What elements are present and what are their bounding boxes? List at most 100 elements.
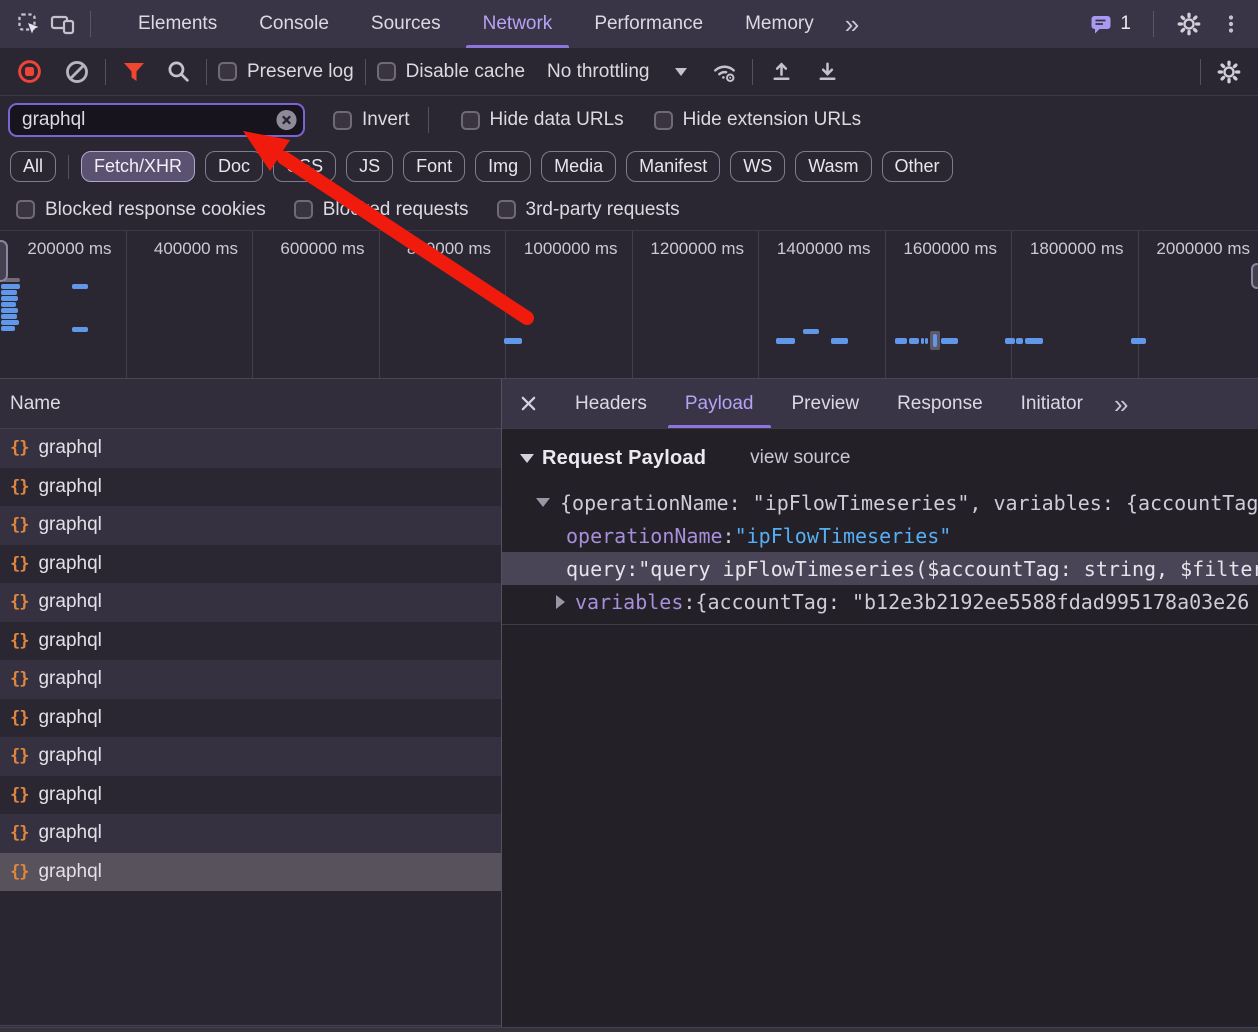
divider: [105, 59, 106, 85]
detail-tab-headers[interactable]: Headers: [556, 379, 666, 428]
issues-button[interactable]: 1: [1085, 12, 1135, 36]
request-row[interactable]: {}graphql: [0, 699, 501, 738]
device-toolbar-icon[interactable]: [46, 7, 80, 41]
network-settings-gear-icon[interactable]: [1212, 55, 1246, 89]
request-row[interactable]: {}graphql: [0, 622, 501, 661]
tab-memory[interactable]: Memory: [724, 0, 835, 48]
timeline-handle-right[interactable]: [1251, 263, 1258, 289]
more-panels-icon[interactable]: »: [835, 11, 869, 37]
throttling-select[interactable]: No throttling: [547, 61, 687, 83]
request-row[interactable]: {}graphql: [0, 583, 501, 622]
inspect-element-icon[interactable]: [12, 7, 46, 41]
blocked-response-cookies-checkbox[interactable]: Blocked response cookies: [16, 199, 266, 221]
hide-data-urls-checkbox[interactable]: Hide data URLs: [461, 109, 624, 131]
disable-cache-checkbox[interactable]: Disable cache: [377, 61, 525, 83]
request-row[interactable]: {}graphql: [0, 814, 501, 853]
request-name: graphql: [38, 668, 101, 690]
clear-network-log-button[interactable]: [60, 55, 94, 89]
export-har-icon[interactable]: [810, 55, 844, 89]
filter-chip-all[interactable]: All: [10, 151, 56, 183]
payload-operation-line[interactable]: operationName: "ipFlowTimeseries": [502, 519, 1258, 552]
request-row[interactable]: {}graphql: [0, 545, 501, 584]
collapse-triangle-icon[interactable]: [520, 454, 534, 463]
blocked-requests-checkbox[interactable]: Blocked requests: [294, 199, 469, 221]
tab-console[interactable]: Console: [238, 0, 350, 48]
close-detail-icon[interactable]: [514, 387, 542, 421]
expanded-triangle-icon[interactable]: [536, 498, 550, 507]
request-row[interactable]: {}graphql: [0, 853, 501, 892]
filter-chip-wasm[interactable]: Wasm: [795, 151, 871, 183]
request-payload-section[interactable]: Request Payload view source: [502, 443, 1258, 473]
request-row[interactable]: {}graphql: [0, 506, 501, 545]
checkbox-box[interactable]: [16, 200, 35, 219]
checkbox-box[interactable]: [654, 111, 673, 130]
payload-variables-line[interactable]: variables: {accountTag: "b12e3b2192ee558…: [502, 585, 1258, 618]
filter-chip-doc[interactable]: Doc: [205, 151, 263, 183]
timeline-ticks: 200000 ms400000 ms600000 ms800000 ms1000…: [0, 231, 1258, 378]
checkbox-box[interactable]: [218, 62, 237, 81]
checkbox-box[interactable]: [333, 111, 352, 130]
checkbox-box[interactable]: [294, 200, 313, 219]
name-column-header[interactable]: Name: [0, 379, 501, 429]
filter-chip-css[interactable]: CSS: [273, 151, 336, 183]
checkbox-box[interactable]: [461, 111, 480, 130]
filter-chip-font[interactable]: Font: [403, 151, 465, 183]
timeline-tick-column: 400000 ms: [127, 231, 254, 378]
hide-extension-urls-checkbox[interactable]: Hide extension URLs: [654, 109, 861, 131]
filter-chip-other[interactable]: Other: [882, 151, 953, 183]
network-overview-timeline[interactable]: 200000 ms400000 ms600000 ms800000 ms1000…: [0, 231, 1258, 379]
request-row[interactable]: {}graphql: [0, 660, 501, 699]
settings-gear-icon[interactable]: [1172, 7, 1206, 41]
checkbox-box[interactable]: [377, 62, 396, 81]
filter-chip-fetch-xhr[interactable]: Fetch/XHR: [81, 151, 195, 183]
request-row[interactable]: {}graphql: [0, 429, 501, 468]
filter-funnel-icon[interactable]: [117, 55, 151, 89]
clear-filter-icon[interactable]: [275, 109, 298, 132]
request-row[interactable]: {}graphql: [0, 468, 501, 507]
detail-tab-payload[interactable]: Payload: [666, 379, 773, 428]
checkbox-label: Preserve log: [247, 61, 354, 83]
kebab-menu-icon[interactable]: [1214, 7, 1248, 41]
network-conditions-icon[interactable]: [707, 55, 741, 89]
request-row[interactable]: {}graphql: [0, 737, 501, 776]
xhr-icon: {}: [10, 515, 28, 535]
network-main-area: Name {}graphql{}graphql{}graphql{}graphq…: [0, 379, 1258, 1032]
filter-chip-ws[interactable]: WS: [730, 151, 785, 183]
timeline-tick-column: 200000 ms: [0, 231, 127, 378]
detail-tab-response[interactable]: Response: [878, 379, 1002, 428]
network-toolbar: Preserve log Disable cache No throttling: [0, 48, 1258, 96]
record-network-log-button[interactable]: [12, 55, 46, 89]
tab-sources[interactable]: Sources: [350, 0, 462, 48]
import-har-icon[interactable]: [764, 55, 798, 89]
more-detail-tabs-icon[interactable]: »: [1104, 391, 1138, 417]
view-source-link[interactable]: view source: [750, 447, 850, 469]
network-filter-input-box[interactable]: [8, 103, 305, 137]
filter-chip-img[interactable]: Img: [475, 151, 531, 183]
checkbox-label: Blocked requests: [323, 199, 469, 221]
json-object-preview: {accountTag: "b12e3b2192ee5588fdad995178…: [695, 590, 1249, 614]
search-icon[interactable]: [161, 55, 195, 89]
filter-chip-manifest[interactable]: Manifest: [626, 151, 720, 183]
checkbox-label: Invert: [362, 109, 410, 131]
filter-chip-js[interactable]: JS: [346, 151, 393, 183]
checkbox-box[interactable]: [497, 200, 516, 219]
json-preview-text: {operationName: "ipFlowTimeseries", vari…: [560, 491, 1258, 515]
waterfall-bar: [776, 338, 795, 344]
waterfall-bar: [803, 329, 819, 334]
3rd-party-requests-checkbox[interactable]: 3rd-party requests: [497, 199, 680, 221]
waterfall-bar: [933, 334, 937, 347]
payload-preview-line[interactable]: {operationName: "ipFlowTimeseries", vari…: [502, 486, 1258, 519]
payload-query-line-selected[interactable]: query: "query ipFlowTimeseries($accountT…: [502, 552, 1258, 585]
timeline-handle-left[interactable]: [0, 240, 8, 282]
filter-input[interactable]: [22, 109, 267, 131]
tab-performance[interactable]: Performance: [573, 0, 724, 48]
tab-network[interactable]: Network: [462, 0, 574, 48]
filter-chip-media[interactable]: Media: [541, 151, 616, 183]
preserve-log-checkbox[interactable]: Preserve log: [218, 61, 354, 83]
detail-tab-initiator[interactable]: Initiator: [1002, 379, 1102, 428]
tab-elements[interactable]: Elements: [117, 0, 238, 48]
request-row[interactable]: {}graphql: [0, 776, 501, 815]
collapsed-triangle-icon[interactable]: [556, 595, 565, 609]
invert-checkbox[interactable]: Invert: [333, 109, 410, 131]
detail-tab-preview[interactable]: Preview: [773, 379, 879, 428]
